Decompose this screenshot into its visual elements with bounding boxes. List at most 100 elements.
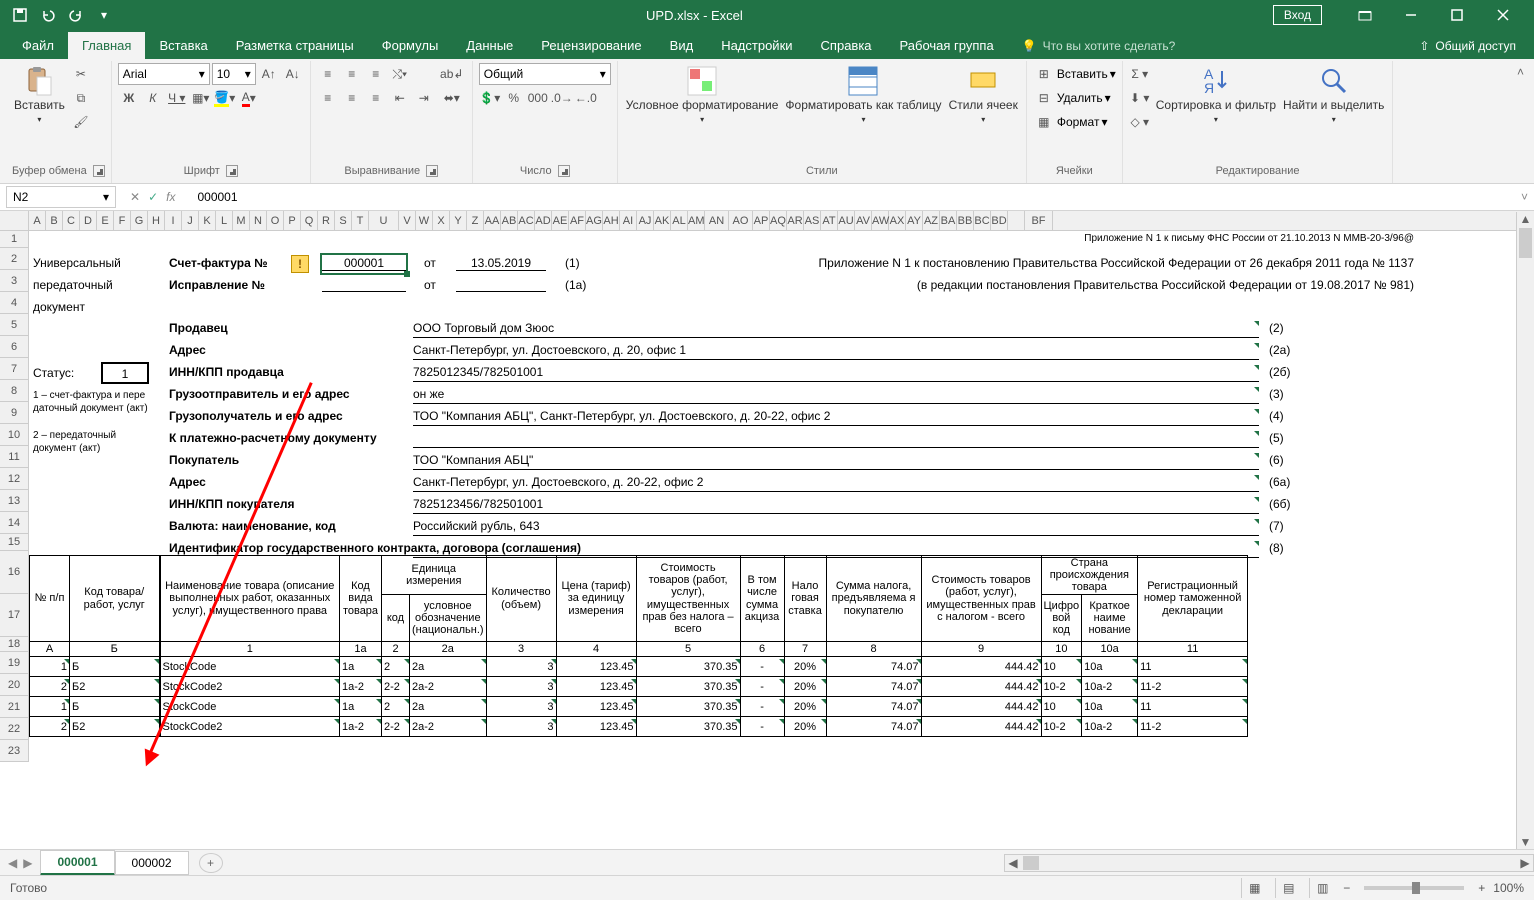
col-header[interactable]: AZ — [923, 211, 940, 230]
format-table-button[interactable]: Форматировать как таблицу▾ — [783, 63, 943, 126]
col-header[interactable]: M — [233, 211, 250, 230]
row-header[interactable]: 8 — [0, 380, 29, 402]
col-header[interactable]: AQ — [770, 211, 787, 230]
font-name-combo[interactable]: Arial▾ — [118, 63, 210, 85]
col-header[interactable]: K — [199, 211, 216, 230]
col-header[interactable]: O — [267, 211, 284, 230]
autosum-icon[interactable]: Σ ▾ — [1129, 63, 1151, 85]
page-layout-view-icon[interactable]: ▤ — [1275, 878, 1301, 898]
accounting-format-icon[interactable]: 💲▾ — [479, 87, 501, 109]
alignment-launcher[interactable] — [426, 165, 438, 177]
col-header[interactable]: AE — [552, 211, 569, 230]
col-header[interactable]: X — [433, 211, 450, 230]
clipboard-launcher[interactable] — [93, 165, 105, 177]
number-launcher[interactable] — [558, 165, 570, 177]
col-header[interactable]: F — [114, 211, 131, 230]
tab-team[interactable]: Рабочая группа — [886, 32, 1008, 59]
col-header[interactable]: AK — [654, 211, 671, 230]
col-header[interactable]: J — [182, 211, 199, 230]
col-header[interactable]: L — [216, 211, 233, 230]
col-header[interactable]: BF — [1025, 211, 1053, 230]
font-color-icon[interactable]: A▾ — [238, 87, 260, 109]
col-header[interactable]: C — [63, 211, 80, 230]
row-header[interactable]: 15 — [0, 534, 29, 551]
font-size-combo[interactable]: 10▾ — [212, 63, 256, 85]
tab-review[interactable]: Рецензирование — [527, 32, 655, 59]
col-header[interactable]: N — [250, 211, 267, 230]
merge-center-button[interactable]: ⬌▾ — [438, 87, 466, 109]
col-header[interactable]: AM — [688, 211, 705, 230]
row-header[interactable]: 6 — [0, 336, 29, 358]
align-left-icon[interactable]: ≡ — [317, 87, 339, 109]
tell-me-search[interactable]: 💡Что вы хотите сделать? — [1008, 33, 1190, 59]
col-header[interactable]: D — [80, 211, 97, 230]
col-header[interactable]: AN — [705, 211, 729, 230]
fx-icon[interactable]: fx — [166, 190, 175, 204]
collapse-ribbon-icon[interactable]: ˄ — [1513, 61, 1528, 183]
col-header[interactable]: AB — [501, 211, 518, 230]
col-header[interactable]: Z — [467, 211, 484, 230]
row-header[interactable]: 11 — [0, 446, 29, 468]
zoom-out-icon[interactable]: − — [1343, 881, 1350, 895]
row-header[interactable]: 2 — [0, 248, 29, 270]
signin-button[interactable]: Вход — [1273, 5, 1322, 25]
col-header[interactable] — [1008, 211, 1025, 230]
comma-format-icon[interactable]: 000 — [527, 87, 549, 109]
row-header[interactable]: 22 — [0, 718, 29, 740]
col-header[interactable]: P — [284, 211, 301, 230]
format-painter-icon[interactable]: 🖌 — [70, 111, 92, 133]
col-header[interactable]: AU — [838, 211, 855, 230]
vertical-scrollbar[interactable]: ▲ ▼ — [1516, 212, 1534, 849]
col-header[interactable]: U — [369, 211, 399, 230]
align-bottom-icon[interactable]: ≡ — [365, 63, 387, 85]
maximize-icon[interactable] — [1434, 0, 1480, 30]
expand-formula-bar-icon[interactable]: ˅ — [1515, 190, 1534, 204]
col-header[interactable]: AG — [586, 211, 603, 230]
row-header[interactable]: 1 — [0, 231, 29, 248]
copy-icon[interactable]: ⧉ — [70, 87, 92, 109]
col-header[interactable]: AP — [753, 211, 770, 230]
increase-font-icon[interactable]: A↑ — [258, 63, 280, 85]
sheet-tab-1[interactable]: 000001 — [40, 850, 114, 876]
fill-color-icon[interactable]: 🪣▾ — [214, 87, 236, 109]
row-header[interactable]: 5 — [0, 314, 29, 336]
tab-file[interactable]: Файл — [8, 32, 68, 59]
wrap-text-button[interactable]: ab↲ — [438, 63, 466, 85]
insert-cells-button[interactable]: ⊞Вставить ▾ — [1033, 63, 1116, 85]
row-header[interactable]: 18 — [0, 637, 29, 652]
page-break-view-icon[interactable]: ▥ — [1309, 878, 1335, 898]
row-header[interactable]: 13 — [0, 490, 29, 512]
col-header[interactable]: AV — [855, 211, 872, 230]
tab-view[interactable]: Вид — [656, 32, 708, 59]
row-header[interactable]: 19 — [0, 652, 29, 674]
tab-home[interactable]: Главная — [68, 32, 145, 59]
col-header[interactable]: BC — [974, 211, 991, 230]
underline-button[interactable]: Ч ▾ — [166, 87, 188, 109]
undo-icon[interactable] — [36, 3, 60, 27]
decrease-font-icon[interactable]: A↓ — [282, 63, 304, 85]
save-icon[interactable] — [8, 3, 32, 27]
minimize-icon[interactable] — [1388, 0, 1434, 30]
new-sheet-button[interactable]: + — [199, 853, 223, 873]
row-header[interactable]: 17 — [0, 594, 29, 637]
sheet-nav-prev-icon[interactable]: ◀ — [8, 856, 17, 870]
col-header[interactable]: AI — [620, 211, 637, 230]
col-header[interactable]: AW — [872, 211, 889, 230]
col-header[interactable]: AC — [518, 211, 535, 230]
col-header[interactable]: R — [318, 211, 335, 230]
zoom-percent[interactable]: 100% — [1493, 881, 1524, 895]
tab-data[interactable]: Данные — [452, 32, 527, 59]
col-header[interactable]: BA — [940, 211, 957, 230]
column-headers[interactable]: ABCDEFGHIJKLMNOPQRSTUVWXYZAAABACADAEAFAG… — [0, 211, 1534, 231]
col-header[interactable]: AA — [484, 211, 501, 230]
col-header[interactable]: AR — [787, 211, 804, 230]
name-box[interactable]: N2▾ — [6, 186, 116, 208]
col-header[interactable]: AT — [821, 211, 838, 230]
formula-bar[interactable]: 000001 — [189, 190, 1515, 204]
conditional-format-button[interactable]: Условное форматирование▾ — [624, 63, 781, 126]
col-header[interactable]: S — [335, 211, 352, 230]
delete-cells-button[interactable]: ⊟Удалить ▾ — [1033, 87, 1111, 109]
smart-tag-icon[interactable]: ! — [291, 255, 309, 273]
align-middle-icon[interactable]: ≡ — [341, 63, 363, 85]
tab-formulas[interactable]: Формулы — [368, 32, 453, 59]
